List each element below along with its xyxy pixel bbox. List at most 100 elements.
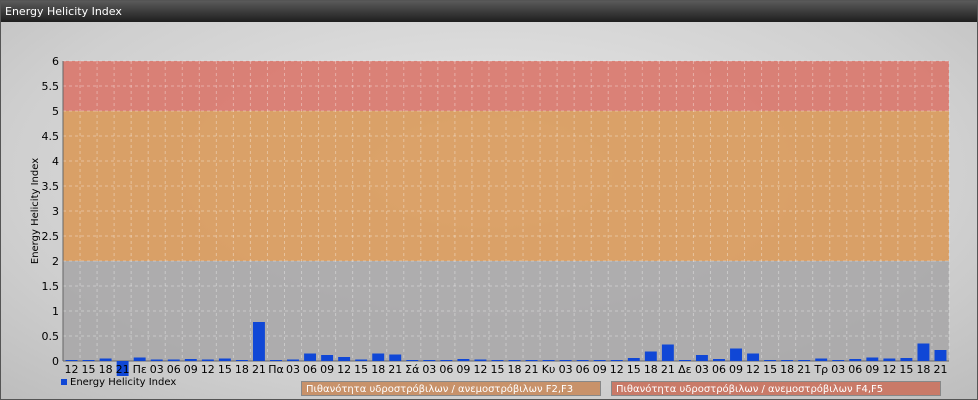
bar: [849, 359, 862, 361]
bar: [661, 344, 674, 361]
x-tick-label: 15: [354, 363, 368, 376]
legend-entry[interactable]: Energy Helicity Index: [61, 377, 176, 389]
y-tick-label: 3: [52, 205, 59, 218]
y-tick-label: 4.5: [42, 130, 60, 143]
x-tick-label: 21: [388, 363, 402, 376]
bar: [508, 360, 521, 361]
x-tick-label: 18: [235, 363, 249, 376]
bar: [900, 358, 913, 361]
y-tick-label: 4: [52, 155, 59, 168]
x-tick-label: 03: [150, 363, 164, 376]
x-tick-label: 21: [797, 363, 811, 376]
bar: [713, 359, 725, 361]
x-tick-label: 03: [286, 363, 300, 376]
x-tick-label: 03: [559, 363, 573, 376]
x-tick-label: 09: [729, 363, 743, 376]
x-tick-label: 06: [576, 363, 590, 376]
y-tick-label: 3.5: [42, 180, 60, 193]
x-tick-label: 06: [439, 363, 453, 376]
x-tick-label: Σά: [405, 363, 419, 376]
x-tick-label: 09: [320, 363, 334, 376]
x-tick-label: 03: [695, 363, 709, 376]
bar: [474, 359, 487, 361]
bar: [627, 358, 640, 361]
x-tick-label: 18: [916, 363, 930, 376]
chart-window: Energy Helicity Index 0 0.5 1 1.5 2 2.5 3 3.5 4 4…: [0, 0, 978, 400]
x-tick-label: 15: [763, 363, 777, 376]
bar: [695, 355, 708, 361]
x-tick-label: 12: [473, 363, 487, 376]
legend-swatch: [61, 379, 67, 385]
y-axis-label: Energy Helicity Index: [30, 158, 41, 264]
x-tick-label: 06: [848, 363, 862, 376]
y-tick-label: 6: [52, 55, 59, 68]
band-label-f2f3: Πιθανότητα υδροστρόβιλων / ανεμοστρόβιλω…: [301, 381, 601, 396]
bar: [934, 350, 947, 361]
x-tick-label: Τρ: [813, 363, 828, 376]
x-tick-label: 18: [371, 363, 385, 376]
bar: [133, 357, 146, 361]
y-tick-label: 2.5: [42, 230, 60, 243]
x-tick-label: 15: [627, 363, 641, 376]
bar: [866, 357, 879, 361]
bar: [917, 343, 930, 361]
bar: [304, 353, 317, 361]
bar: [610, 360, 623, 361]
bar: [576, 360, 589, 361]
y-tick-label: 1: [52, 305, 59, 318]
x-tick-label: Πα: [268, 363, 284, 376]
x-tick-label: Δε: [678, 363, 692, 376]
x-tick-label: 06: [167, 363, 181, 376]
x-tick-label: 15: [82, 363, 96, 376]
x-tick-label: 03: [831, 363, 845, 376]
x-tick-label: 12: [882, 363, 896, 376]
bar: [82, 360, 95, 361]
x-tick-label: 06: [303, 363, 317, 376]
bar: [764, 360, 777, 361]
bar: [747, 353, 760, 361]
bar: [321, 355, 334, 361]
bar: [372, 353, 385, 361]
bar: [423, 360, 436, 361]
legend-label: Energy Helicity Index: [70, 377, 177, 388]
x-tick-label: 09: [865, 363, 879, 376]
bar: [730, 348, 742, 361]
bar: [815, 358, 828, 361]
y-tick-label: 2: [52, 255, 59, 268]
x-tick-label: 21: [116, 363, 130, 376]
bar: [440, 360, 453, 361]
bar: [457, 359, 470, 361]
bar: [593, 360, 606, 361]
x-tick-label: 15: [490, 363, 504, 376]
y-tick-label: 5: [52, 105, 59, 118]
x-tick-label: 12: [201, 363, 215, 376]
bar: [798, 360, 811, 361]
bar: [644, 351, 657, 361]
bar: [235, 360, 248, 361]
bar: [678, 360, 691, 361]
bar: [559, 360, 572, 361]
x-tick-label: 03: [422, 363, 436, 376]
y-tick-label: 0.5: [42, 330, 60, 343]
x-tick-label: 18: [508, 363, 522, 376]
x-tick-label: Πε: [133, 363, 147, 376]
x-tick-label: 12: [746, 363, 760, 376]
x-tick-label: 12: [65, 363, 79, 376]
bar: [65, 360, 78, 361]
x-tick-label: 21: [252, 363, 266, 376]
x-tick-label: 21: [525, 363, 539, 376]
y-tick-label: 1.5: [42, 280, 60, 293]
x-tick-label: 21: [933, 363, 947, 376]
y-tick-label: 5.5: [42, 80, 60, 93]
x-tick-label: 18: [644, 363, 658, 376]
x-tick-label: 12: [337, 363, 351, 376]
x-tick-label: 15: [899, 363, 913, 376]
bar: [389, 354, 402, 361]
bar: [525, 360, 538, 361]
x-tick-label: 18: [99, 363, 113, 376]
bar: [167, 359, 180, 361]
bar: [184, 359, 197, 361]
bar: [491, 360, 504, 361]
bar: [355, 359, 368, 361]
x-tick-label: 06: [712, 363, 726, 376]
